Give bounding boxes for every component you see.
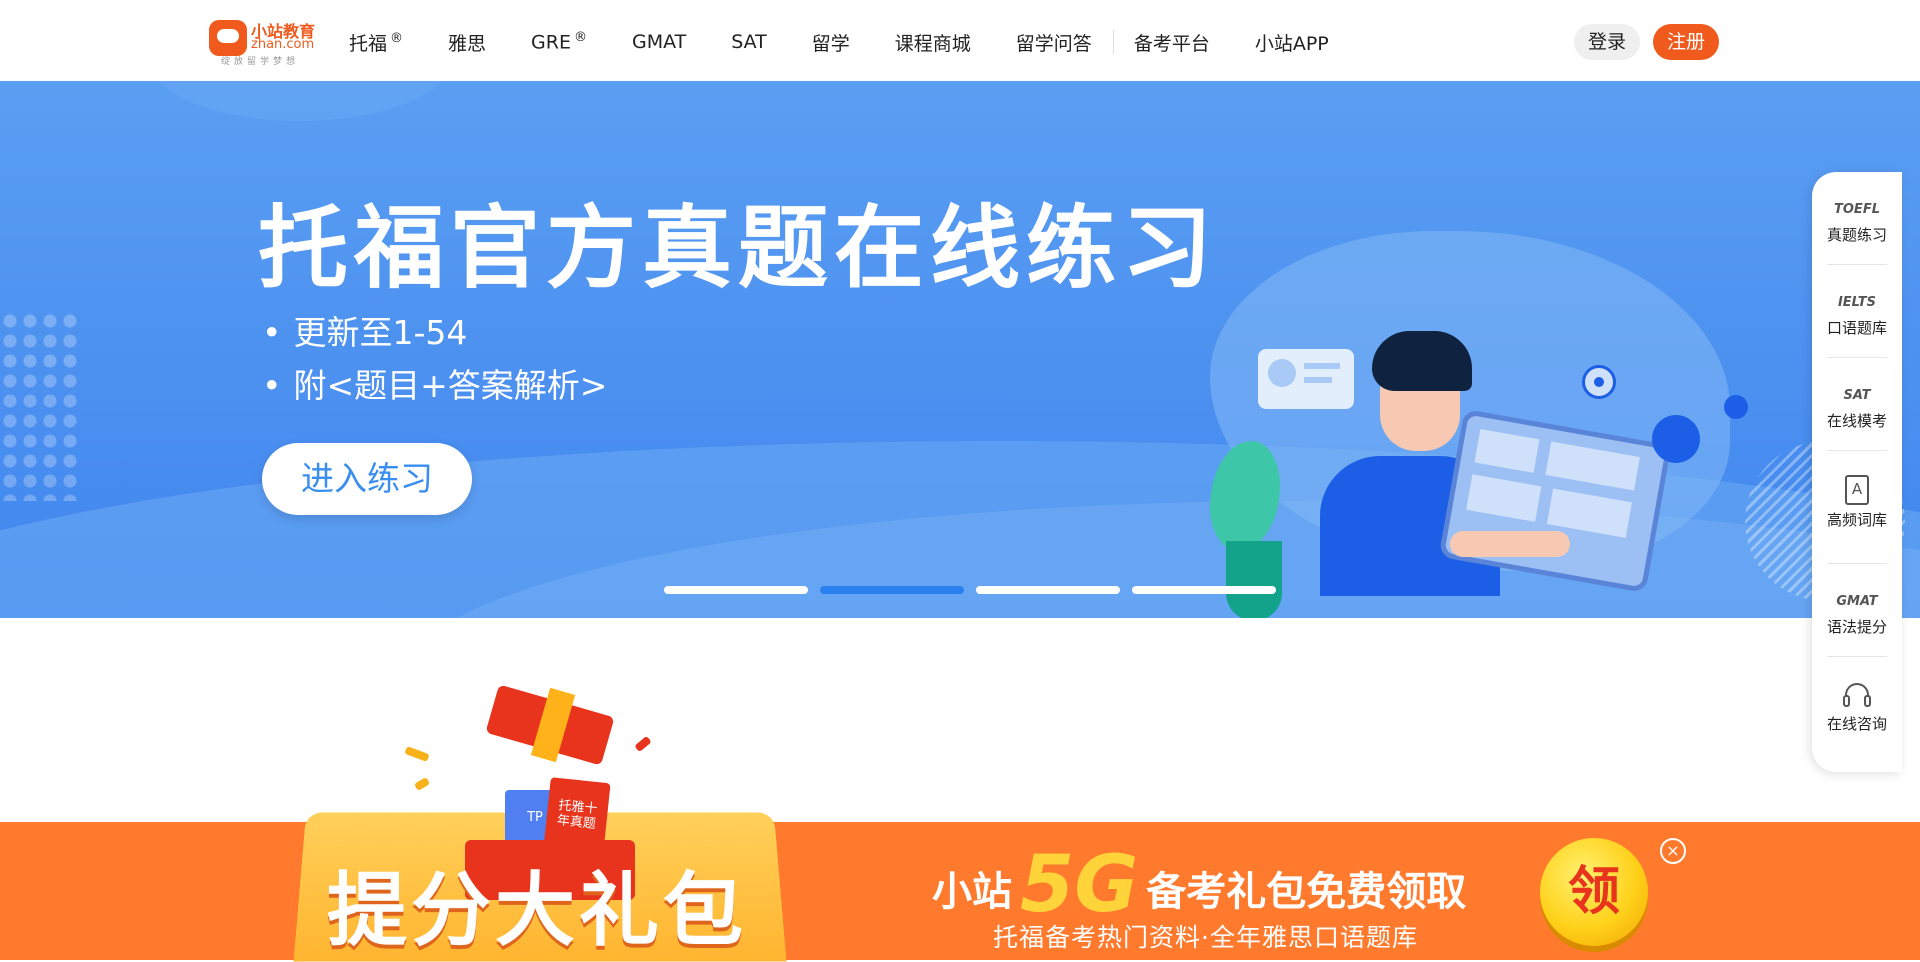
nav-item-sat[interactable]: SAT	[731, 31, 767, 53]
sidebar-item-label: 真题练习	[1826, 226, 1887, 244]
login-button[interactable]: 登录	[1574, 24, 1640, 60]
carousel-dot-2[interactable]	[820, 586, 964, 594]
promo-subline: 托福备考热门资料·全年雅思口语题库	[993, 923, 1418, 952]
nav-label: SAT	[731, 31, 767, 53]
sidebar-item-label: 在线模考	[1826, 412, 1887, 430]
banner-bg-blob	[150, 81, 450, 121]
registered-mark: ®	[573, 30, 587, 46]
nav-item-ielts[interactable]: 雅思	[448, 29, 486, 56]
sat-badge: SAT	[1843, 388, 1871, 403]
nav-label: GMAT	[631, 31, 687, 53]
person-hair-icon	[1372, 331, 1472, 391]
carousel-dot-3[interactable]	[976, 586, 1120, 594]
confetti-icon	[634, 735, 652, 753]
sidebar-item-label: 高频词库	[1826, 511, 1887, 529]
logo-slogan: 绽放留学梦想	[221, 57, 300, 67]
enter-practice-button[interactable]: 进入练习	[262, 443, 472, 515]
carousel-dot-4[interactable]	[1132, 586, 1276, 594]
promo-headline-pre: 小站	[932, 869, 1012, 915]
nav-divider	[1112, 30, 1114, 54]
nav-item-gre[interactable]: GRE ®	[531, 30, 587, 53]
ielts-badge: IELTS	[1837, 295, 1877, 310]
site-logo[interactable]: 小站教育 zhan.com 绽放留学梦想	[209, 18, 317, 67]
nav-label: 雅思	[448, 32, 487, 55]
sidebar-item-online-consult[interactable]: 在线咨询	[1812, 657, 1902, 767]
nav-label: 备考平台	[1133, 32, 1210, 55]
target-ring-icon	[1582, 365, 1616, 399]
sidebar-item-label: 在线咨询	[1826, 715, 1887, 733]
confetti-icon	[413, 777, 431, 791]
top-header: 小站教育 zhan.com 绽放留学梦想 托福 ® 雅思 GRE ® GMAT SA…	[0, 0, 1920, 80]
nav-label: GRE	[531, 31, 571, 54]
nav-label: 课程商城	[894, 32, 971, 55]
sidebar-item-vocabulary[interactable]: A 高频词库	[1812, 451, 1902, 563]
sidebar-item-sat-mock[interactable]: SAT 在线模考	[1812, 358, 1902, 450]
carousel-indicators	[664, 586, 1288, 594]
sidebar-item-gmat-grammar[interactable]: GMAT 语法提分	[1812, 564, 1902, 656]
hero-banner[interactable]: 托福官方真题在线练习 更新至1-54 附<题目+答案解析> 进入练习	[0, 81, 1920, 618]
banner-title: 托福官方真题在线练习	[258, 196, 1218, 301]
plant-leaf-icon	[1210, 441, 1280, 551]
claim-gift-button[interactable]: 领	[1540, 838, 1648, 946]
vocab-book-icon: A	[1845, 475, 1869, 505]
decor-circle-icon	[1652, 415, 1700, 463]
plant-pot-icon	[1226, 541, 1282, 618]
logo-mark-icon	[209, 20, 247, 56]
person-arm-icon	[1450, 531, 1570, 557]
book-tag: 托雅十年真题	[556, 798, 599, 833]
nav-label: 留学	[811, 32, 850, 55]
nav-label: 托福	[349, 32, 388, 55]
sidebar-item-ielts-speaking[interactable]: IELTS 口语题库	[1812, 265, 1902, 357]
main-nav: 托福 ® 雅思 GRE ® GMAT SAT 留学 课程商城 留学问答 备考平台 小…	[349, 24, 1374, 60]
nav-item-gmat[interactable]: GMAT	[632, 31, 686, 53]
promo-big-title: 提分大礼包	[327, 864, 747, 957]
right-floating-sidebar: TOEFL 真题练习 IELTS 口语题库 SAT 在线模考 A 高频词库 GM…	[1812, 172, 1902, 772]
close-promo-button[interactable]: ×	[1660, 838, 1686, 864]
nav-item-app[interactable]: 小站APP	[1255, 29, 1329, 56]
profile-card-icon	[1258, 349, 1354, 409]
promo-headline-post: 备考礼包免费领取	[1146, 869, 1467, 915]
registered-mark: ®	[390, 31, 404, 47]
carousel-dot-1[interactable]	[664, 586, 808, 594]
headset-icon	[1843, 681, 1871, 709]
logo-en-text: zhan.com	[251, 37, 315, 52]
confetti-icon	[404, 746, 430, 762]
nav-item-course-mall[interactable]: 课程商城	[895, 29, 971, 56]
promo-5g-text: 5G	[1020, 840, 1139, 930]
register-button[interactable]: 注册	[1653, 24, 1719, 60]
promo-headline: 小站 5G 备考礼包免费领取	[932, 840, 1466, 930]
banner-illustration	[1150, 201, 1770, 618]
sidebar-item-label: 口语题库	[1826, 319, 1887, 337]
nav-label: 小站APP	[1254, 32, 1329, 55]
sidebar-item-label: 语法提分	[1826, 618, 1887, 636]
decor-circle-icon	[1724, 395, 1748, 419]
sidebar-item-toefl-practice[interactable]: TOEFL 真题练习	[1812, 172, 1902, 264]
toefl-badge: TOEFL	[1834, 202, 1880, 217]
gmat-badge: GMAT	[1836, 594, 1878, 609]
banner-bullet: 更新至1-54	[262, 306, 467, 354]
banner-bullet: 附<题目+答案解析>	[262, 359, 607, 407]
nav-item-toefl[interactable]: 托福 ®	[349, 29, 403, 56]
nav-item-study-abroad[interactable]: 留学	[812, 29, 850, 56]
banner-dot-pattern	[0, 311, 80, 501]
nav-item-prep-platform[interactable]: 备考平台	[1134, 29, 1210, 56]
nav-item-qa[interactable]: 留学问答	[1016, 29, 1092, 56]
nav-label: 留学问答	[1015, 32, 1092, 55]
